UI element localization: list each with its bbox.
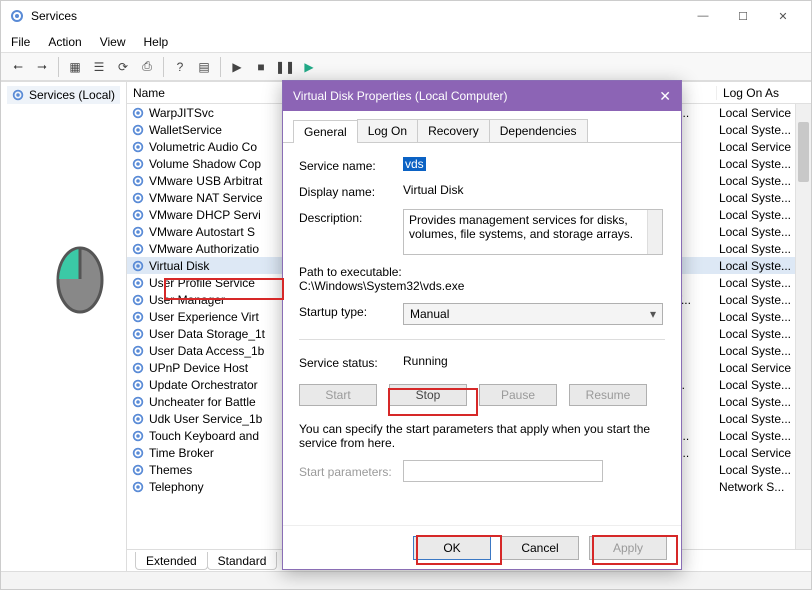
play-icon[interactable]: ▶ <box>226 56 248 78</box>
export-icon[interactable]: ⎙ <box>136 56 158 78</box>
service-logon: Local Syste... <box>719 242 795 256</box>
service-logon: Local Syste... <box>719 157 795 171</box>
back-icon[interactable]: ⭠ <box>7 56 29 78</box>
start-params-input[interactable] <box>403 460 603 482</box>
note-text: You can specify the start parameters tha… <box>299 422 665 450</box>
service-logon: Local Syste... <box>719 429 795 443</box>
services-icon <box>9 8 25 24</box>
resume-button: Resume <box>569 384 647 406</box>
service-logon: Local Syste... <box>719 123 795 137</box>
pause-button: Pause <box>479 384 557 406</box>
menu-action[interactable]: Action <box>48 35 81 49</box>
value-service-name: vds <box>403 157 426 171</box>
service-logon: Local Service <box>719 361 795 375</box>
service-logon: Local Syste... <box>719 191 795 205</box>
service-logon: Local Syste... <box>719 395 795 409</box>
dialog-titlebar: Virtual Disk Properties (Local Computer)… <box>283 81 681 111</box>
service-logon: Local Service <box>719 106 795 120</box>
dialog-tabs: General Log On Recovery Dependencies <box>283 111 681 143</box>
pause-icon[interactable]: ❚❚ <box>274 56 296 78</box>
service-logon: Local Syste... <box>719 293 795 307</box>
service-logon: Local Syste... <box>719 310 795 324</box>
gear-icon <box>11 88 25 102</box>
menu-view[interactable]: View <box>100 35 126 49</box>
help-icon[interactable]: ? <box>169 56 191 78</box>
restart-icon[interactable]: ▶ <box>298 56 320 78</box>
service-logon: Network S... <box>719 480 795 494</box>
label-params: Start parameters: <box>299 463 393 479</box>
scrollbar[interactable] <box>795 104 811 549</box>
status-bar <box>1 571 811 589</box>
value-path: C:\Windows\System32\vds.exe <box>299 279 665 293</box>
label-display-name: Display name: <box>299 183 393 199</box>
cancel-button[interactable]: Cancel <box>501 536 579 560</box>
menu-help[interactable]: Help <box>144 35 169 49</box>
stop-icon[interactable]: ■ <box>250 56 272 78</box>
label-startup-type: Startup type: <box>299 303 393 319</box>
value-status: Running <box>403 354 665 368</box>
properties-icon[interactable]: ▤ <box>193 56 215 78</box>
service-logon: Local Syste... <box>719 225 795 239</box>
refresh-icon[interactable]: ⟳ <box>112 56 134 78</box>
col-logon[interactable]: Log On As <box>717 86 811 100</box>
minimize-button[interactable]: — <box>683 3 723 29</box>
window-title: Services <box>31 9 77 23</box>
detail-icon[interactable]: ▦ <box>64 56 86 78</box>
tab-extended[interactable]: Extended <box>135 552 208 570</box>
tab-recovery[interactable]: Recovery <box>417 119 490 142</box>
toolbar: ⭠ ⭢ ▦ ☰ ⟳ ⎙ ? ▤ ▶ ■ ❚❚ ▶ <box>1 53 811 81</box>
service-logon: Local Syste... <box>719 463 795 477</box>
label-service-name: Service name: <box>299 157 393 173</box>
menu-file[interactable]: File <box>11 35 30 49</box>
tree-root-label: Services (Local) <box>29 88 115 102</box>
properties-dialog: Virtual Disk Properties (Local Computer)… <box>282 80 682 570</box>
ok-button[interactable]: OK <box>413 536 491 560</box>
label-status: Service status: <box>299 354 393 370</box>
tab-standard[interactable]: Standard <box>207 552 278 570</box>
menu-bar: File Action View Help <box>1 31 811 53</box>
forward-icon[interactable]: ⭢ <box>31 56 53 78</box>
apply-button[interactable]: Apply <box>589 536 667 560</box>
service-logon: Local Service <box>719 446 795 460</box>
start-button: Start <box>299 384 377 406</box>
maximize-button[interactable]: ☐ <box>723 3 763 29</box>
service-logon: Local Syste... <box>719 412 795 426</box>
service-logon: Local Syste... <box>719 344 795 358</box>
label-path: Path to executable: <box>299 265 665 279</box>
startup-type-combo[interactable]: Manual <box>403 303 663 325</box>
value-display-name: Virtual Disk <box>403 183 665 197</box>
list-icon[interactable]: ☰ <box>88 56 110 78</box>
service-logon: Local Syste... <box>719 259 795 273</box>
tab-logon[interactable]: Log On <box>357 119 418 142</box>
service-logon: Local Syste... <box>719 208 795 222</box>
service-logon: Local Service <box>719 140 795 154</box>
service-logon: Local Syste... <box>719 378 795 392</box>
service-logon: Local Syste... <box>719 174 795 188</box>
tab-general[interactable]: General <box>293 120 358 143</box>
value-description[interactable]: Provides management services for disks, … <box>403 209 663 255</box>
dialog-close-icon[interactable]: ✕ <box>659 88 671 105</box>
tree-pane: Services (Local) <box>1 82 127 571</box>
service-logon: Local Syste... <box>719 327 795 341</box>
service-logon: Local Syste... <box>719 276 795 290</box>
tab-dependencies[interactable]: Dependencies <box>489 119 588 142</box>
stop-button[interactable]: Stop <box>389 384 467 406</box>
title-bar: Services — ☐ ✕ <box>1 1 811 31</box>
dialog-title: Virtual Disk Properties (Local Computer) <box>293 89 508 103</box>
mouse-graphic <box>55 245 105 315</box>
label-description: Description: <box>299 209 393 225</box>
tree-root[interactable]: Services (Local) <box>7 86 120 104</box>
close-button[interactable]: ✕ <box>763 3 803 29</box>
separator <box>299 339 665 340</box>
